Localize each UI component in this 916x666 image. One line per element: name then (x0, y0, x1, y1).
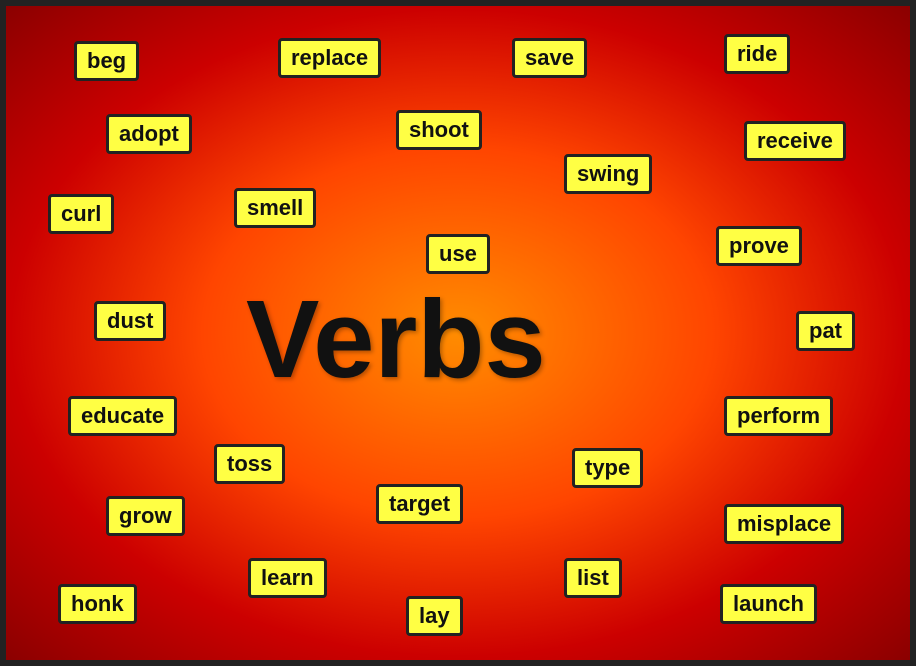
verb-tag-receive[interactable]: receive (744, 121, 846, 161)
verb-tag-curl[interactable]: curl (48, 194, 114, 234)
verb-tag-pat[interactable]: pat (796, 311, 855, 351)
page-title: Verbs (246, 276, 546, 403)
verb-tag-honk[interactable]: honk (58, 584, 137, 624)
verb-tag-swing[interactable]: swing (564, 154, 652, 194)
verb-tag-dust[interactable]: dust (94, 301, 166, 341)
verb-tag-smell[interactable]: smell (234, 188, 316, 228)
verb-tag-learn[interactable]: learn (248, 558, 327, 598)
verb-tag-educate[interactable]: educate (68, 396, 177, 436)
verb-tag-beg[interactable]: beg (74, 41, 139, 81)
verb-tag-lay[interactable]: lay (406, 596, 463, 636)
verb-tag-save[interactable]: save (512, 38, 587, 78)
verb-tag-shoot[interactable]: shoot (396, 110, 482, 150)
verb-tag-adopt[interactable]: adopt (106, 114, 192, 154)
verb-tag-prove[interactable]: prove (716, 226, 802, 266)
main-canvas: Verbs beg replace save ride adopt shoot swing r… (0, 0, 916, 666)
verb-tag-type[interactable]: type (572, 448, 643, 488)
verb-tag-misplace[interactable]: misplace (724, 504, 844, 544)
verb-tag-toss[interactable]: toss (214, 444, 285, 484)
verb-tag-perform[interactable]: perform (724, 396, 833, 436)
verb-tag-ride[interactable]: ride (724, 34, 790, 74)
verb-tag-list[interactable]: list (564, 558, 622, 598)
verb-tag-grow[interactable]: grow (106, 496, 185, 536)
verb-tag-launch[interactable]: launch (720, 584, 817, 624)
verb-tag-target[interactable]: target (376, 484, 463, 524)
verb-tag-replace[interactable]: replace (278, 38, 381, 78)
verb-tag-use[interactable]: use (426, 234, 490, 274)
